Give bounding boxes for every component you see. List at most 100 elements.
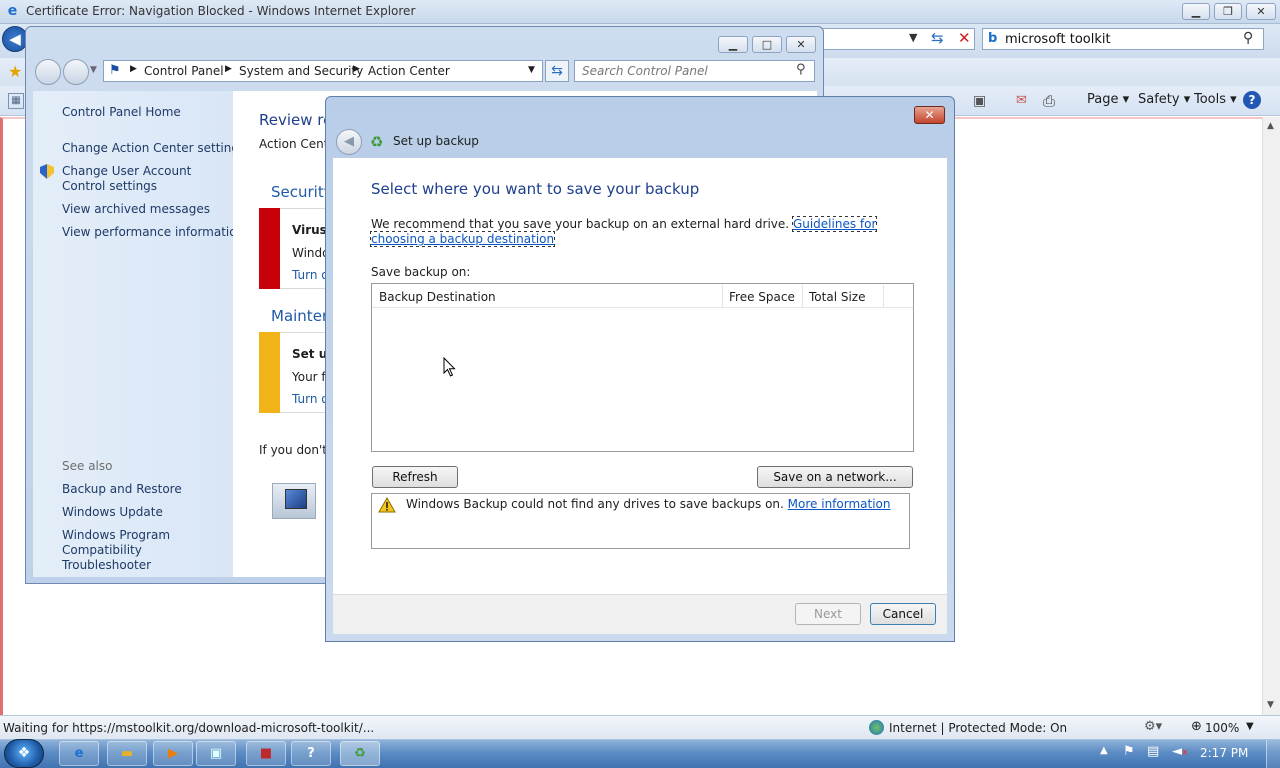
- column-total-size[interactable]: Total Size: [809, 290, 865, 304]
- cp-search-icon[interactable]: ⚲: [796, 62, 806, 77]
- ie-scrollbar[interactable]: ▲ ▼: [1262, 117, 1280, 715]
- breadcrumb-system-security[interactable]: System and Security: [239, 64, 363, 78]
- action-center-flag-icon[interactable]: ⚑: [1123, 744, 1135, 759]
- search-icon[interactable]: ⚲: [1243, 30, 1253, 46]
- page-menu[interactable]: Page ▾: [1087, 92, 1129, 107]
- taskbar-ie-icon[interactable]: e: [59, 741, 99, 766]
- recent-pages-icon[interactable]: ▼: [90, 65, 97, 75]
- address-dropdown-icon[interactable]: ▼: [528, 65, 535, 75]
- bing-icon: b: [988, 31, 998, 46]
- refresh-icon[interactable]: ⇆: [931, 29, 944, 47]
- refresh-button[interactable]: Refresh: [372, 466, 458, 488]
- column-divider[interactable]: [722, 285, 723, 307]
- see-also-label: See also: [62, 459, 113, 473]
- backup-and-restore-link[interactable]: Backup and Restore: [62, 482, 182, 497]
- show-hidden-icons-icon[interactable]: ▲: [1100, 745, 1108, 756]
- zoom-dropdown-icon[interactable]: ▼: [1246, 721, 1254, 732]
- quick-tabs-icon[interactable]: ▦: [8, 93, 24, 109]
- tools-menu-label: Tools: [1194, 92, 1227, 107]
- scroll-down-icon[interactable]: ▼: [1267, 700, 1274, 710]
- column-free-space[interactable]: Free Space: [729, 290, 795, 304]
- tools-menu[interactable]: Tools ▾: [1194, 92, 1237, 107]
- page-title: Review re: [259, 111, 333, 129]
- windows-update-link[interactable]: Windows Update: [62, 505, 163, 520]
- column-backup-destination[interactable]: Backup Destination: [379, 290, 496, 304]
- ie-close-button[interactable]: ✕: [1246, 3, 1276, 20]
- scroll-up-icon[interactable]: ▲: [1267, 121, 1274, 131]
- protected-mode-icon[interactable]: ⚙▾: [1144, 719, 1162, 734]
- cp-maximize-button[interactable]: □: [752, 36, 782, 53]
- chevron-down-icon[interactable]: ▼: [909, 31, 917, 44]
- column-divider[interactable]: [883, 285, 884, 307]
- troubleshooting-icon[interactable]: [272, 483, 316, 519]
- print-icon[interactable]: ⎙: [1043, 92, 1055, 110]
- virus-protection-link[interactable]: Turn o: [292, 268, 329, 282]
- taskbar-explorer-icon[interactable]: ▬: [107, 741, 147, 766]
- flag-icon: ⚑: [109, 63, 121, 78]
- ie-minimize-button[interactable]: ▁: [1182, 3, 1210, 20]
- ie-window-title: Certificate Error: Navigation Blocked - …: [26, 4, 416, 18]
- cp-minimize-button[interactable]: ▁: [718, 36, 748, 53]
- cp-close-button[interactable]: ✕: [786, 36, 816, 53]
- control-panel-home-link[interactable]: Control Panel Home: [62, 105, 181, 120]
- more-information-link[interactable]: More information: [788, 497, 891, 511]
- taskbar-media-player-icon[interactable]: ▶: [153, 741, 193, 766]
- view-archived-messages-link[interactable]: View archived messages: [62, 202, 210, 217]
- taskbar-control-panel-icon[interactable]: ▣: [196, 741, 236, 766]
- favorites-star-icon[interactable]: ★: [8, 62, 22, 81]
- ie-maximize-button[interactable]: ❐: [1214, 3, 1242, 20]
- recommend-text: We recommend that you save your backup o…: [371, 217, 790, 231]
- warning-icon: [378, 497, 396, 513]
- maintenance-section-header[interactable]: Mainter: [271, 307, 328, 325]
- feeds-icon[interactable]: ▣: [973, 93, 986, 109]
- taskbar-clock[interactable]: 2:17 PM: [1200, 746, 1248, 760]
- cp-search-input[interactable]: Search Control Panel: [574, 60, 815, 82]
- breadcrumb-separator-icon[interactable]: ▶: [353, 64, 360, 74]
- save-on-network-button[interactable]: Save on a network...: [757, 466, 913, 488]
- breadcrumb-control-panel[interactable]: Control Panel: [144, 64, 224, 78]
- safety-menu-label: Safety: [1138, 92, 1180, 107]
- mail-icon[interactable]: ✉: [1016, 93, 1027, 108]
- breadcrumb-separator-icon[interactable]: ▶: [130, 64, 137, 74]
- show-desktop-button[interactable]: [1266, 740, 1280, 768]
- help-icon[interactable]: ?: [1243, 91, 1261, 109]
- breadcrumb-separator-icon[interactable]: ▶: [225, 64, 232, 74]
- next-button[interactable]: Next: [795, 603, 861, 625]
- security-section-header[interactable]: Security: [271, 183, 333, 201]
- taskbar-help-icon[interactable]: ?: [291, 741, 331, 766]
- zoom-level[interactable]: 100%: [1205, 721, 1239, 735]
- ie-address-bar[interactable]: ▼ ⇆ ✕: [820, 28, 975, 50]
- warning-message: Windows Backup could not find any drives…: [406, 497, 891, 511]
- cp-refresh-icon[interactable]: ⇆: [545, 60, 569, 82]
- change-uac-settings-link[interactable]: Change User Account Control settings: [62, 164, 228, 194]
- volume-muted-icon[interactable]: ◄x: [1172, 744, 1188, 759]
- view-performance-information-link[interactable]: View performance information: [62, 225, 244, 240]
- network-icon[interactable]: ▤: [1147, 744, 1159, 759]
- safety-menu[interactable]: Safety ▾: [1138, 92, 1190, 107]
- taskbar-backup-icon[interactable]: ♻: [340, 741, 380, 766]
- start-button[interactable]: ❖: [4, 739, 44, 768]
- dialog-close-button[interactable]: ✕: [914, 106, 945, 124]
- recommend-paragraph: We recommend that you save your backup o…: [369, 216, 919, 247]
- taskbar-toolbox-icon[interactable]: ■: [246, 741, 286, 766]
- column-divider[interactable]: [802, 285, 803, 307]
- security-alert-bar: [259, 208, 280, 289]
- ie-search-input[interactable]: microsoft toolkit: [982, 28, 1264, 50]
- cp-forward-button[interactable]: [63, 59, 89, 85]
- cancel-button[interactable]: Cancel: [870, 603, 936, 625]
- status-text: Waiting for https://mstoolkit.org/downlo…: [3, 721, 375, 735]
- backup-alert-text: Your f: [292, 370, 326, 384]
- compatibility-troubleshooter-link[interactable]: Windows Program Compatibility Troublesho…: [62, 528, 228, 573]
- backup-alert-link[interactable]: Turn o: [292, 392, 329, 406]
- change-action-center-settings-link[interactable]: Change Action Center settings: [62, 141, 245, 156]
- cp-back-button[interactable]: [35, 59, 61, 85]
- ie-logo-icon: e: [7, 3, 18, 19]
- breadcrumb-action-center[interactable]: Action Center: [368, 64, 450, 78]
- security-zone-text[interactable]: Internet | Protected Mode: On: [889, 721, 1067, 735]
- dialog-back-button[interactable]: ◀: [336, 129, 362, 155]
- zoom-icon: ⊕: [1191, 719, 1202, 734]
- maintenance-alert-bar: [259, 332, 280, 413]
- stop-icon[interactable]: ✕: [958, 29, 971, 47]
- cp-address-bar[interactable]: ⚑ ▶ Control Panel ▶ System and Security …: [103, 60, 543, 82]
- ie-status-bar: Waiting for https://mstoolkit.org/downlo…: [0, 715, 1280, 739]
